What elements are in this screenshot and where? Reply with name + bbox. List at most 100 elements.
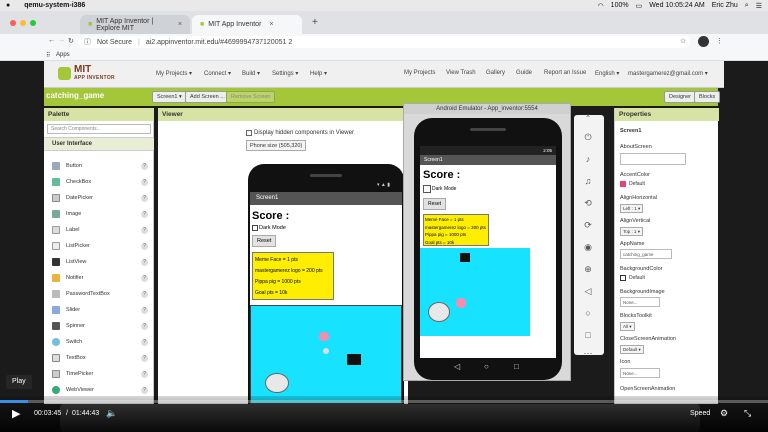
align-h-select[interactable]: Left : 1 ▾ bbox=[620, 204, 644, 213]
home-nav-icon[interactable]: ○ bbox=[484, 362, 489, 371]
link-gallery[interactable]: Gallery bbox=[486, 70, 505, 76]
palette-item-label[interactable]: Label? bbox=[52, 223, 152, 237]
viewer-reset-button[interactable]: Reset bbox=[252, 235, 277, 247]
designer-button[interactable]: Designer bbox=[664, 91, 697, 103]
viewer-game-canvas[interactable] bbox=[250, 305, 402, 404]
user-interface-drawer[interactable]: User Interface bbox=[44, 137, 154, 151]
menu-language[interactable]: English ▾ bbox=[595, 70, 619, 77]
palette-item-switch[interactable]: Switch? bbox=[52, 335, 152, 349]
logo-sprite[interactable] bbox=[460, 253, 470, 262]
help-icon[interactable]: ? bbox=[141, 370, 148, 378]
apple-icon[interactable]: ● bbox=[6, 2, 10, 9]
play-icon[interactable]: ▶ bbox=[12, 407, 20, 420]
close-tab-icon[interactable]: × bbox=[178, 21, 182, 28]
bg-image-input[interactable]: None... bbox=[620, 297, 660, 307]
help-icon[interactable]: ? bbox=[141, 194, 148, 202]
checkbox-box[interactable] bbox=[423, 185, 431, 193]
battery-icon[interactable]: ▭ bbox=[636, 2, 643, 10]
add-screen-button[interactable]: Add Screen ... bbox=[185, 91, 230, 103]
bookmark-star-icon[interactable]: ☆ bbox=[680, 37, 686, 45]
blocks-toolkit-select[interactable]: All ▾ bbox=[620, 322, 635, 331]
clock[interactable]: Wed 10:05:24 AM bbox=[649, 2, 705, 9]
pig-sprite[interactable] bbox=[319, 332, 329, 341]
close-animation-select[interactable]: Default ▾ bbox=[620, 345, 644, 354]
emulator-screen[interactable]: 2:05 Screen1 Score : Dark Mode Reset Mem… bbox=[420, 146, 556, 358]
logo-sprite[interactable] bbox=[347, 354, 361, 365]
volume-icon[interactable]: 🔈 bbox=[106, 408, 117, 419]
emulator-title[interactable]: Android Emulator - App_inventor:5554 bbox=[404, 104, 570, 114]
tab-explore[interactable]: ■ MIT App Inventor | Explore MIT × bbox=[80, 15, 190, 34]
palette-item-passwordtextbox[interactable]: PasswordTextBox? bbox=[52, 287, 152, 301]
minimize-window-button[interactable] bbox=[20, 20, 26, 26]
camera-icon[interactable]: ◉ bbox=[582, 241, 594, 253]
link-report-issue[interactable]: Report an Issue bbox=[544, 70, 586, 76]
help-icon[interactable]: ? bbox=[141, 338, 148, 346]
hidden-components-toggle[interactable]: Display hidden components in Viewer bbox=[246, 130, 354, 136]
palette-item-datepicker[interactable]: DatePicker? bbox=[52, 191, 152, 205]
palette-item-button[interactable]: Button? bbox=[52, 159, 152, 173]
tab-app-inventor[interactable]: ■ MIT App Inventor × bbox=[192, 15, 302, 34]
recents-nav-icon[interactable]: □ bbox=[514, 362, 519, 371]
speed-button[interactable]: Speed bbox=[690, 410, 710, 417]
help-icon[interactable]: ? bbox=[141, 274, 148, 282]
meme-face-sprite[interactable] bbox=[428, 302, 450, 322]
search-components-input[interactable]: Search Components... bbox=[47, 124, 151, 134]
avatar[interactable] bbox=[698, 36, 709, 47]
app-inventor-logo[interactable]: MIT APP INVENTOR bbox=[58, 64, 122, 84]
emulator-points-label[interactable]: Meme Face = 1 pts mastergamerez logo = 2… bbox=[423, 214, 489, 246]
help-icon[interactable]: ? bbox=[141, 354, 148, 362]
android-emulator-window[interactable]: Android Emulator - App_inventor:5554 2:0… bbox=[403, 103, 571, 381]
palette-item-image[interactable]: Image? bbox=[52, 207, 152, 221]
meme-face-sprite[interactable] bbox=[265, 373, 289, 393]
url-box[interactable]: ⓘ Not Secure | ai2.appinventor.mit.edu/#… bbox=[78, 36, 690, 48]
help-icon[interactable]: ? bbox=[141, 306, 148, 314]
palette-item-textbox[interactable]: TextBox? bbox=[52, 351, 152, 365]
emulator-dark-mode-checkbox[interactable]: Dark Mode bbox=[423, 185, 456, 193]
active-app-name[interactable]: qemu-system-i386 bbox=[24, 2, 85, 9]
accent-color-picker[interactable]: Default bbox=[620, 181, 645, 187]
close-emulator-icon[interactable]: × bbox=[582, 111, 594, 123]
palette-item-webviewer[interactable]: WebViewer? bbox=[52, 383, 152, 397]
close-window-button[interactable] bbox=[10, 20, 16, 26]
menu-account[interactable]: mastergamerez@gmail.com ▾ bbox=[628, 70, 708, 77]
volume-down-icon[interactable]: ♫ bbox=[582, 175, 594, 187]
back-nav-icon[interactable]: ◁ bbox=[454, 362, 460, 371]
pig-sprite[interactable] bbox=[456, 298, 466, 308]
menu-settings[interactable]: Settings ▾ bbox=[272, 70, 298, 77]
remove-screen-button[interactable]: Remove Screen bbox=[226, 91, 276, 103]
link-view-trash[interactable]: View Trash bbox=[446, 70, 476, 76]
menu-list-icon[interactable]: ☰ bbox=[756, 2, 762, 10]
viewer-dark-mode-checkbox[interactable]: Dark Mode bbox=[252, 225, 286, 231]
palette-item-slider[interactable]: Slider? bbox=[52, 303, 152, 317]
url-text[interactable]: ai2.appinventor.mit.edu/#469999473712005… bbox=[146, 39, 292, 46]
rotate-right-icon[interactable]: ⟳ bbox=[582, 219, 594, 231]
home-icon[interactable]: ○ bbox=[582, 307, 594, 319]
phone-size-select[interactable]: Phone size (505,320) bbox=[246, 140, 307, 151]
menu-build[interactable]: Build ▾ bbox=[242, 70, 260, 77]
overview-icon[interactable]: □ bbox=[582, 329, 594, 341]
palette-item-spinner[interactable]: Spinner? bbox=[52, 319, 152, 333]
menu-my-projects[interactable]: My Projects ▾ bbox=[156, 70, 192, 77]
icon-input[interactable]: None... bbox=[620, 368, 660, 378]
emulator-score-label[interactable]: Score : bbox=[423, 169, 460, 181]
back-icon[interactable]: ← bbox=[48, 37, 55, 44]
palette-item-notifier[interactable]: Notifier? bbox=[52, 271, 152, 285]
more-menu-icon[interactable]: ⋮ bbox=[716, 37, 723, 45]
help-icon[interactable]: ? bbox=[141, 178, 148, 186]
more-icon[interactable]: ⋯ bbox=[582, 347, 594, 359]
menu-connect[interactable]: Connect ▾ bbox=[204, 70, 231, 77]
about-screen-input[interactable] bbox=[620, 153, 686, 165]
help-icon[interactable]: ? bbox=[141, 226, 148, 234]
palette-item-listpicker[interactable]: ListPicker? bbox=[52, 239, 152, 253]
apps-grid-icon[interactable]: ⠿ bbox=[46, 52, 50, 59]
close-tab-icon[interactable]: × bbox=[269, 21, 273, 28]
link-my-projects[interactable]: My Projects bbox=[404, 70, 435, 76]
emulator-game-canvas[interactable] bbox=[420, 248, 530, 336]
wifi-icon[interactable]: ◠ bbox=[598, 2, 604, 10]
reload-icon[interactable]: ↻ bbox=[68, 37, 74, 45]
search-icon[interactable]: ⌕ bbox=[745, 2, 749, 10]
apps-bookmark[interactable]: Apps bbox=[56, 52, 70, 58]
progress-track[interactable] bbox=[0, 400, 768, 403]
settings-icon[interactable]: ⚙ bbox=[720, 408, 728, 419]
maximize-window-button[interactable] bbox=[30, 20, 36, 26]
